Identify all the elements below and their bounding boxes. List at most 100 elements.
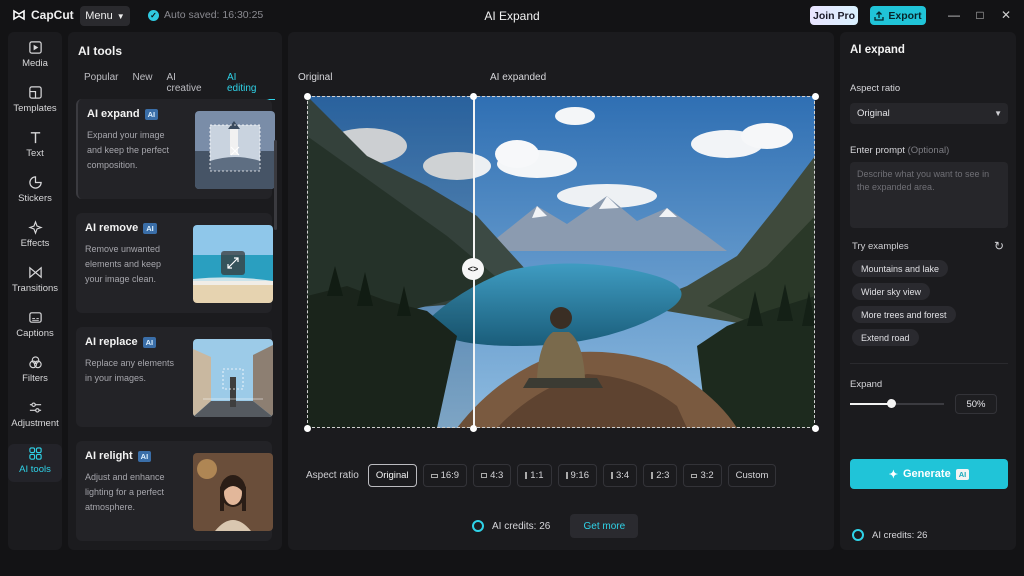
resize-handle-top-left[interactable] — [304, 93, 311, 100]
example-chip[interactable]: More trees and forest — [852, 306, 956, 323]
check-circle-icon: ✓ — [148, 9, 159, 21]
ratio-custom-button[interactable]: Custom — [727, 464, 777, 487]
ai-tools-panel: AI tools Popular New AI creative AI edit… — [68, 32, 282, 550]
ratio-label: 9:16 — [570, 470, 590, 481]
rail-item-ai-tools[interactable]: AI tools — [8, 444, 62, 482]
expand-percent-input[interactable]: 50% — [955, 394, 997, 414]
tool-card-ai-expand[interactable]: AI expand AI Expand your image and keep … — [76, 99, 275, 199]
rail-item-text[interactable]: Text — [8, 130, 62, 172]
compare-slider-handle[interactable]: <> — [462, 258, 484, 280]
generate-label: Generate — [903, 468, 951, 480]
expanded-image[interactable] — [307, 96, 815, 428]
thumbnail-street — [193, 339, 273, 417]
ratio-4-3-button[interactable]: 4:3 — [473, 464, 512, 487]
tool-name: AI expand AI — [87, 108, 159, 120]
menu-label: Menu — [85, 10, 113, 22]
minimize-icon[interactable]: — — [946, 7, 962, 23]
adjustment-icon — [29, 402, 41, 413]
rail-item-media[interactable]: Media — [8, 40, 62, 82]
ratio-2-3-button[interactable]: 2:3 — [643, 464, 678, 487]
ratio-16-9-button[interactable]: 16:9 — [422, 464, 468, 487]
canvas-credits: AI credits: 26 Get more — [472, 514, 639, 538]
ai-badge: AI — [143, 222, 157, 234]
ratio-label: 16:9 — [440, 470, 460, 481]
prompt-input[interactable]: Describe what you want to see in the exp… — [850, 162, 1008, 228]
ratio-icon — [525, 472, 528, 479]
ratio-1-1-button[interactable]: 1:1 — [517, 464, 552, 487]
ratio-icon — [691, 473, 698, 478]
example-chip[interactable]: Extend road — [852, 329, 919, 346]
export-button[interactable]: Export — [870, 6, 926, 25]
generate-button[interactable]: ✦ Generate AI — [850, 459, 1008, 489]
tool-description: Adjust and enhance lighting for a perfec… — [85, 472, 165, 512]
ai-expanded-label: AI expanded — [490, 72, 547, 83]
example-chip[interactable]: Mountains and lake — [852, 260, 949, 277]
rail-item-adjustment[interactable]: Adjustment — [8, 400, 62, 442]
ratio-icon — [565, 472, 568, 479]
expand-heading: Expand — [850, 379, 883, 390]
original-label: Original — [298, 72, 333, 83]
prompt-heading: Enter prompt (Optional) — [850, 145, 949, 156]
tool-card-ai-replace[interactable]: AI replace AI Replace any elements in yo… — [76, 327, 273, 427]
rail-item-transitions[interactable]: Transitions — [8, 265, 62, 307]
resize-handle-bottom-right[interactable] — [812, 425, 819, 432]
sparkle-icon: ✦ — [888, 468, 898, 481]
menu-button[interactable]: Menu ▼ — [80, 6, 130, 26]
tool-card-ai-remove[interactable]: AI remove AI Remove unwanted elements an… — [76, 213, 273, 313]
rail-label: AI tools — [19, 464, 51, 475]
tab-ai-creative[interactable]: AI creative — [166, 72, 219, 100]
rail-label: Media — [22, 58, 48, 69]
tools-tabs: Popular New AI creative AI editing — [84, 72, 282, 100]
expand-slider[interactable] — [850, 399, 944, 408]
rail-label: Captions — [16, 328, 54, 339]
ratio-label: 3:2 — [700, 470, 714, 481]
resize-handle-bottom-left[interactable] — [304, 425, 311, 432]
media-icon — [28, 41, 42, 54]
get-more-button[interactable]: Get more — [570, 514, 639, 538]
panel-title: AI tools — [78, 44, 122, 58]
title-bar: CapCut Menu ▼ ✓ Auto saved: 16:30:25 AI … — [0, 0, 1024, 32]
ratio-icon — [430, 473, 438, 478]
prompt-optional: (Optional) — [907, 145, 950, 156]
ratio-original-button[interactable]: Original — [367, 464, 417, 487]
ratio-9-16-button[interactable]: 9:16 — [557, 464, 597, 487]
tool-name: AI relight AI — [85, 450, 152, 462]
thumbnail-lighthouse — [195, 111, 275, 189]
text-icon — [30, 132, 40, 144]
tab-ai-editing[interactable]: AI editing — [226, 72, 275, 100]
ai-badge: AI — [955, 468, 970, 480]
refresh-icon[interactable]: ↻ — [994, 239, 1004, 253]
slider-thumb[interactable] — [887, 399, 896, 408]
export-label: Export — [888, 9, 922, 22]
aspect-ratio-select[interactable]: Original ▼ — [850, 103, 1008, 124]
rail-item-templates[interactable]: Templates — [8, 85, 62, 127]
ratio-label: 4:3 — [490, 470, 504, 481]
credits-icon — [852, 529, 864, 541]
panel-scrollbar[interactable] — [274, 140, 277, 230]
rail-item-effects[interactable]: Effects — [8, 220, 62, 262]
rail-item-captions[interactable]: Captions — [8, 310, 62, 352]
maximize-icon[interactable]: □ — [972, 7, 988, 23]
effects-icon — [27, 220, 43, 235]
close-icon[interactable]: ✕ — [998, 7, 1014, 23]
ai-badge: AI — [137, 450, 152, 462]
ratio-3-4-button[interactable]: 3:4 — [603, 464, 638, 487]
ai-tools-icon — [28, 447, 42, 460]
example-chip[interactable]: Wider sky view — [852, 283, 931, 300]
examples-label: Try examples — [852, 241, 909, 252]
filters-icon — [28, 356, 42, 369]
rail-item-stickers[interactable]: Stickers — [8, 175, 62, 217]
rail-item-filters[interactable]: Filters — [8, 355, 62, 397]
slider-fill — [850, 403, 891, 405]
resize-handle-top-mid[interactable] — [470, 93, 477, 100]
ratio-3-2-button[interactable]: 3:2 — [683, 464, 722, 487]
resize-handle-bottom-mid[interactable] — [470, 425, 477, 432]
tool-card-ai-relight[interactable]: AI relight AI Adjust and enhance lightin… — [76, 441, 273, 541]
tab-popular[interactable]: Popular — [84, 72, 125, 100]
resize-handle-top-right[interactable] — [812, 93, 819, 100]
examples-header: Try examples ↻ — [852, 239, 1004, 253]
autosave-text: Auto saved: 16:30:25 — [164, 9, 264, 21]
tab-new[interactable]: New — [132, 72, 159, 100]
thumbnail-beach — [193, 225, 273, 303]
join-pro-button[interactable]: Join Pro — [810, 6, 858, 25]
